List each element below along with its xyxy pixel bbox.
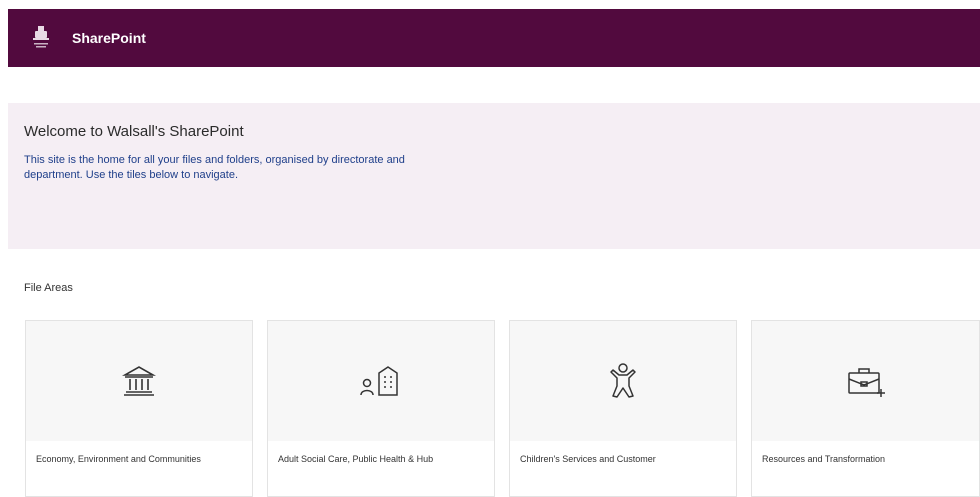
- person-building-icon: [360, 366, 398, 396]
- welcome-title: Welcome to Walsall's SharePoint: [24, 123, 244, 140]
- tile-economy-environment-communities[interactable]: Economy, Environment and Communities: [25, 320, 253, 497]
- tile-resources-transformation[interactable]: Resources and Transformation: [751, 320, 980, 497]
- file-areas-tiles: Economy, Environment and Communities Adu…: [25, 320, 980, 497]
- app-name[interactable]: SharePoint: [72, 30, 146, 46]
- welcome-description: This site is the home for all your files…: [24, 154, 405, 181]
- tile-label: Economy, Environment and Communities: [36, 454, 201, 464]
- tile-image: [752, 321, 979, 441]
- briefcase-add-icon: [847, 368, 885, 397]
- tile-adult-social-care[interactable]: Adult Social Care, Public Health & Hub: [267, 320, 495, 497]
- tile-label: Adult Social Care, Public Health & Hub: [278, 454, 434, 464]
- council-crest-icon[interactable]: [30, 23, 52, 53]
- tile-childrens-services[interactable]: Children's Services and Customer: [509, 320, 737, 497]
- tile-image: [268, 321, 494, 441]
- tile-image: [26, 321, 252, 441]
- bank-building-icon: [121, 366, 157, 396]
- welcome-banner: Welcome to Walsall's SharePoint This sit…: [8, 103, 980, 249]
- tile-label: Children's Services and Customer: [520, 454, 656, 464]
- person-figure-icon: [610, 363, 636, 398]
- file-areas-heading: File Areas: [24, 282, 73, 294]
- top-bar: SharePoint: [8, 9, 980, 67]
- tile-label: Resources and Transformation: [762, 454, 886, 464]
- tile-image: [510, 321, 736, 441]
